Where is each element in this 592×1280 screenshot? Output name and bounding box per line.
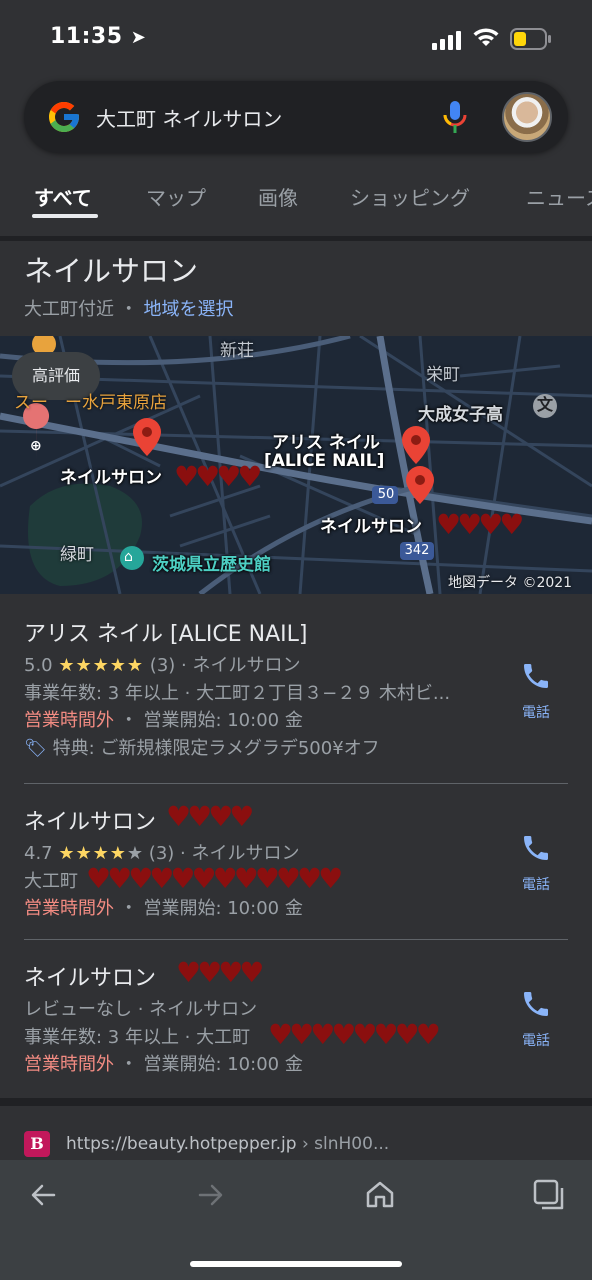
listing-title[interactable]: ネイルサロン: [24, 960, 156, 992]
choose-area-link[interactable]: 地域を選択: [143, 299, 233, 320]
map-place-label: 大成女子高: [418, 405, 503, 425]
search-input[interactable]: 大工町 ネイルサロン: [96, 103, 282, 132]
divider: [0, 236, 592, 241]
result-domain: https://beauty.hotpepper.jp: [66, 1134, 297, 1154]
redaction-hearts: ♥♥♥♥♥♥♥♥: [268, 1018, 441, 1051]
site-favicon: B: [24, 1131, 50, 1157]
divider: [0, 1098, 592, 1106]
opening-time: ・ 営業開始: 10:00 金: [114, 1054, 303, 1075]
map-pin-label-alice[interactable]: アリス ネイル: [272, 428, 380, 453]
tabs-overview-icon[interactable]: [532, 1178, 566, 1216]
tag-icon: 🏷: [24, 738, 47, 759]
listing-hours: 営業時間外 ・ 営業開始: 10:00 金: [24, 706, 303, 732]
tab-images[interactable]: 画像: [258, 182, 298, 211]
microphone-icon[interactable]: [442, 99, 468, 139]
call-label: 電話: [522, 1033, 550, 1049]
location-separator: ・: [119, 299, 138, 320]
listing-rating-row: 5.0 ★★★★★ (3) · ネイルサロン: [24, 651, 300, 677]
listing-address: 大工町: [24, 871, 78, 892]
redaction-hearts: ♥♥♥♥: [436, 508, 524, 541]
rating-value: 4.7: [24, 843, 53, 864]
tab-maps[interactable]: マップ: [146, 182, 206, 211]
map-place-label: 緑町: [60, 545, 94, 565]
tab-active-indicator: [32, 214, 98, 218]
redaction-hearts: ♥♥♥♥: [166, 800, 254, 833]
museum-icon: ⌂: [124, 549, 133, 565]
listing-address: 事業年数: 3 年以上 · 大工町２丁目３−２９ 木村ビ...: [24, 683, 451, 704]
home-icon[interactable]: [364, 1178, 396, 1214]
map-place-label: 新荘: [220, 341, 254, 361]
location-row: 大工町付近 ・ 地域を選択: [24, 295, 233, 321]
closed-status: 営業時間外: [24, 710, 114, 731]
forward-arrow-icon[interactable]: [196, 1180, 226, 1214]
back-arrow-icon[interactable]: [28, 1180, 58, 1214]
tab-all[interactable]: すべて: [34, 182, 92, 211]
divider: [24, 939, 568, 940]
call-label: 電話: [522, 705, 550, 721]
opening-time: ・ 営業開始: 10:00 金: [114, 898, 303, 919]
map-place-label: 茨城県立歴史館: [152, 555, 271, 575]
tab-news[interactable]: ニュース: [526, 182, 592, 211]
map-place-label: 栄町: [426, 365, 460, 385]
call-label: 電話: [522, 877, 550, 893]
result-path: › slnH00...: [296, 1134, 390, 1154]
location-arrow-icon: ➤: [130, 27, 147, 48]
phone-icon: [524, 664, 548, 688]
call-button[interactable]: 電話: [516, 832, 556, 894]
location-near-text: 大工町付近: [24, 299, 114, 320]
rating-value: 5.0: [24, 655, 53, 676]
rating-stars: ★★★★: [58, 843, 127, 864]
listing-address: 事業年数: 3 年以上 · 大工町: [24, 1027, 251, 1048]
listing-rating-row: レビューなし · ネイルサロン: [24, 999, 258, 1020]
map-data-credit: 地図データ ©2021: [448, 575, 573, 591]
status-time: 11:35 ➤: [50, 24, 147, 49]
cellular-signal-icon: [432, 30, 462, 54]
route-shield: 342: [404, 543, 430, 558]
phone-icon: [524, 992, 548, 1016]
phone-icon: [524, 836, 548, 860]
divider: [24, 783, 568, 784]
redaction-hearts: ♥♥♥♥: [174, 460, 262, 493]
map-pin-label-salon[interactable]: ネイルサロン: [320, 512, 422, 537]
search-bar[interactable]: 大工町 ネイルサロン: [24, 81, 568, 153]
school-icon: 文: [536, 395, 553, 414]
rating-stars-empty: ★: [126, 843, 144, 864]
result-url[interactable]: https://beauty.hotpepper.jp › slnH00...: [66, 1134, 389, 1154]
account-avatar[interactable]: [502, 92, 552, 142]
listing-offer: 🏷 特典: ご新規様限定ラメグラデ500¥オフ: [24, 734, 380, 760]
redaction-hearts: ♥♥♥♥♥♥♥♥♥♥♥♥: [86, 862, 343, 895]
google-logo-icon: [46, 99, 82, 139]
map-pin-label-alice[interactable]: [ALICE NAIL]: [264, 451, 384, 471]
call-button[interactable]: 電話: [516, 660, 556, 722]
listing-hours: 営業時間外 ・ 営業開始: 10:00 金: [24, 894, 303, 920]
listing-title[interactable]: ネイルサロン: [24, 804, 156, 836]
hospital-icon: ⊕: [30, 438, 42, 454]
rating-stars: ★★★★★: [58, 655, 145, 676]
offer-text: 特典: ご新規様限定ラメグラデ500¥オフ: [52, 738, 380, 759]
redaction-hearts: ♥♥♥♥: [176, 956, 264, 989]
local-results-title: ネイルサロン: [24, 254, 199, 288]
closed-status: 営業時間外: [24, 1054, 114, 1075]
call-button[interactable]: 電話: [516, 988, 556, 1050]
battery-low-icon: [510, 28, 552, 54]
closed-status: 営業時間外: [24, 898, 114, 919]
tab-shopping[interactable]: ショッピング: [350, 182, 470, 211]
wifi-icon: [472, 26, 500, 52]
map-place-label: スー ー水戸東原店: [14, 393, 167, 413]
map-pin-label-salon[interactable]: ネイルサロン: [60, 463, 162, 488]
listing-title[interactable]: アリス ネイル [ALICE NAIL]: [24, 616, 307, 648]
opening-time: ・ 営業開始: 10:00 金: [114, 710, 303, 731]
route-shield: 50: [377, 487, 395, 502]
review-count-category: (3) · ネイルサロン: [148, 843, 300, 864]
home-indicator: [190, 1261, 402, 1267]
review-count-category: (3) · ネイルサロン: [149, 655, 301, 676]
listing-hours: 営業時間外 ・ 営業開始: 10:00 金: [24, 1050, 303, 1076]
